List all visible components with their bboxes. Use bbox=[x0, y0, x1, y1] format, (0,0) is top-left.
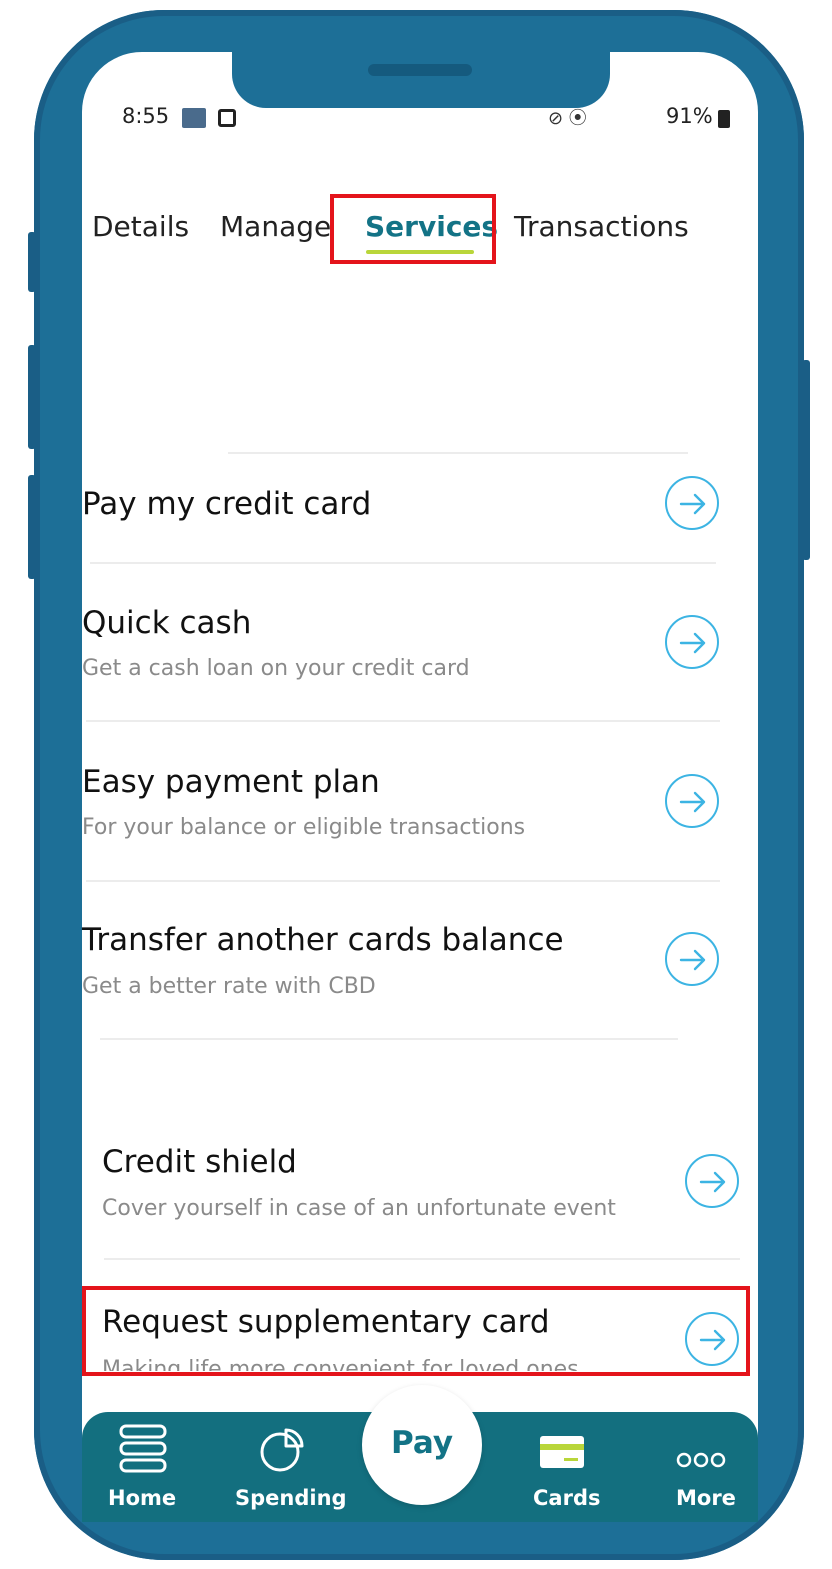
divider bbox=[104, 1258, 740, 1260]
supplementary-card-highlight bbox=[82, 1286, 750, 1376]
arrow-right-icon[interactable] bbox=[665, 615, 719, 669]
pay-button-label[interactable]: Pay bbox=[362, 1425, 482, 1461]
notification-icon bbox=[218, 109, 236, 127]
arrow-right-icon[interactable] bbox=[665, 476, 719, 530]
tab-details[interactable]: Details bbox=[92, 210, 189, 243]
divider bbox=[228, 452, 688, 454]
services-tab-highlight bbox=[330, 194, 496, 264]
phone-side-button bbox=[28, 232, 36, 292]
divider bbox=[86, 720, 720, 722]
signal-wifi-icons: ⊘ ⦿ bbox=[548, 108, 587, 129]
battery-percentage: 91% bbox=[666, 104, 713, 128]
nav-home-label[interactable]: Home bbox=[108, 1486, 176, 1510]
service-title-credit-shield[interactable]: Credit shield bbox=[102, 1144, 297, 1180]
service-title-pay-credit-card[interactable]: Pay my credit card bbox=[82, 486, 371, 522]
phone-side-button bbox=[28, 475, 36, 579]
card-icon[interactable] bbox=[538, 1422, 586, 1481]
tab-transactions[interactable]: Transactions bbox=[514, 210, 689, 243]
more-dots-icon[interactable] bbox=[676, 1422, 726, 1481]
spending-chart-icon[interactable] bbox=[256, 1422, 308, 1481]
service-subtitle-credit-shield: Cover yourself in case of an unfortunate… bbox=[102, 1196, 616, 1221]
service-subtitle-easy-payment-plan: For your balance or eligible transaction… bbox=[82, 815, 526, 840]
nav-more-label[interactable]: More bbox=[676, 1486, 736, 1510]
phone-side-button bbox=[802, 360, 810, 560]
status-time: 8:55 bbox=[122, 104, 170, 128]
arrow-right-icon[interactable] bbox=[685, 1154, 739, 1208]
service-subtitle-quick-cash: Get a cash loan on your credit card bbox=[82, 656, 470, 681]
home-icon[interactable] bbox=[118, 1422, 168, 1481]
phone-speaker bbox=[368, 64, 472, 76]
divider bbox=[86, 880, 720, 882]
arrow-right-icon[interactable] bbox=[665, 774, 719, 828]
service-title-quick-cash[interactable]: Quick cash bbox=[82, 605, 251, 641]
battery-icon bbox=[718, 110, 730, 128]
service-title-easy-payment-plan[interactable]: Easy payment plan bbox=[82, 764, 380, 800]
service-title-transfer-balance[interactable]: Transfer another cards balance bbox=[82, 922, 564, 958]
nav-spending-label[interactable]: Spending bbox=[235, 1486, 347, 1510]
divider bbox=[90, 562, 716, 564]
divider bbox=[100, 1038, 678, 1040]
service-subtitle-transfer-balance: Get a better rate with CBD bbox=[82, 974, 376, 999]
tab-manage[interactable]: Manage bbox=[220, 210, 331, 243]
phone-side-button bbox=[28, 345, 36, 449]
gallery-notification-icon bbox=[182, 108, 206, 128]
nav-cards-label[interactable]: Cards bbox=[533, 1486, 600, 1510]
arrow-right-icon[interactable] bbox=[665, 932, 719, 986]
